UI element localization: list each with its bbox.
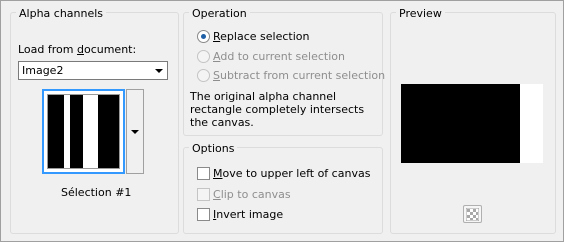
clip-to-canvas-label[interactable]: Clip to canvas [213, 188, 291, 201]
thumbnail-stripe [98, 95, 119, 168]
replace-selection-label[interactable]: Replace selection [213, 30, 309, 43]
operation-description: The original alpha channel rectangle com… [190, 90, 365, 129]
options-title: Options [189, 142, 238, 155]
thumbnail-stripe [70, 95, 84, 168]
invert-image-checkbox[interactable] [197, 208, 210, 221]
add-to-selection-radio[interactable] [197, 50, 210, 63]
checkerboard-icon [466, 208, 479, 221]
thumbnail-image [47, 94, 120, 169]
move-to-upper-left-label[interactable]: Move to upper left of canvas [213, 167, 370, 180]
subtract-from-selection-label[interactable]: Subtract from current selection [213, 69, 385, 82]
thumbnail-stripe [48, 95, 64, 168]
add-to-selection-label[interactable]: Add to current selection [213, 50, 345, 63]
document-dropdown[interactable]: Image2 [18, 61, 168, 80]
chevron-down-icon [131, 130, 139, 134]
document-dropdown-value: Image2 [22, 64, 64, 77]
preview-image [401, 84, 520, 163]
replace-selection-radio[interactable] [197, 30, 210, 43]
load-from-document-label: Load from document: [18, 43, 137, 56]
thumbnail-dropdown-button[interactable] [126, 89, 144, 174]
alpha-channel-thumbnail[interactable] [42, 89, 125, 174]
chevron-down-icon [155, 69, 163, 73]
checkerboard-toggle-button[interactable] [463, 205, 482, 223]
clip-to-canvas-checkbox[interactable] [197, 188, 210, 201]
selection-name: Sélection #1 [61, 186, 132, 199]
radio-selected-dot [201, 34, 206, 39]
preview-canvas [401, 84, 543, 163]
invert-image-label[interactable]: Invert image [213, 208, 283, 221]
subtract-from-selection-radio[interactable] [197, 69, 210, 82]
thumbnail-stripe [83, 95, 99, 168]
preview-title: Preview [396, 7, 445, 20]
move-to-upper-left-checkbox[interactable] [197, 167, 210, 180]
alpha-channels-title: Alpha channels [16, 7, 107, 20]
operation-title: Operation [189, 7, 250, 20]
